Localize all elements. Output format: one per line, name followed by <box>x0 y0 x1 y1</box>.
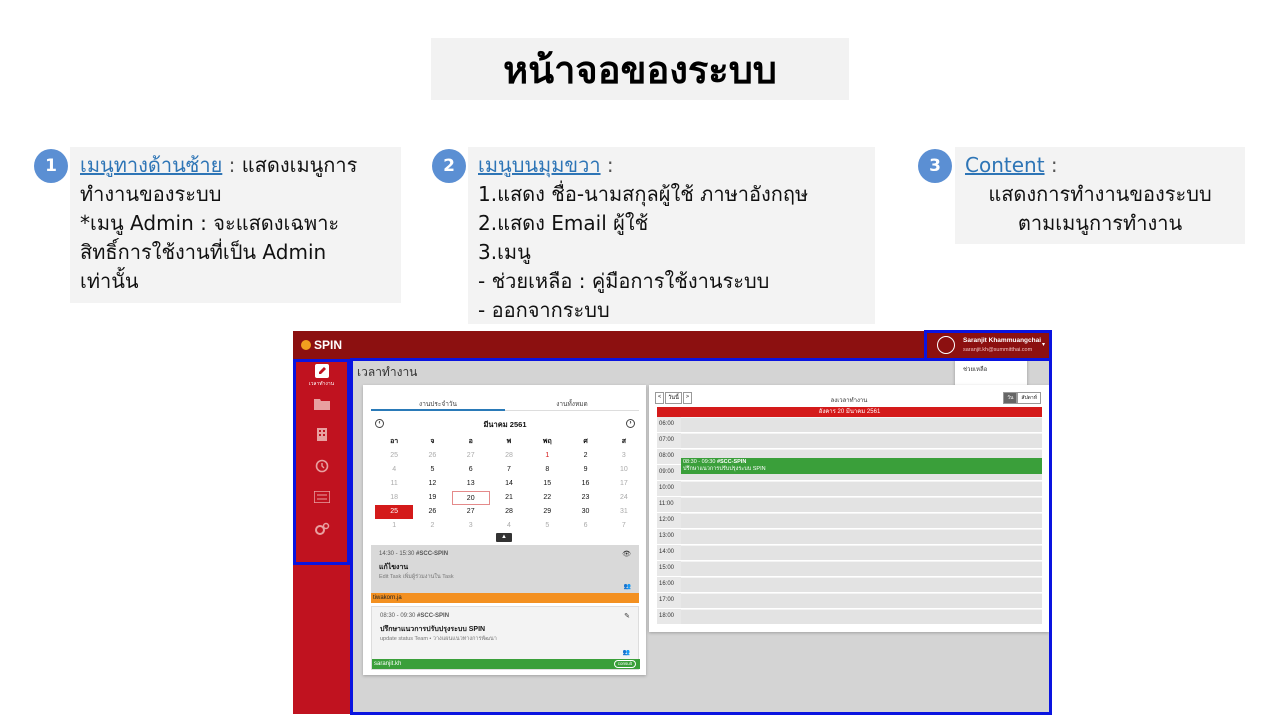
note-top-right-menu: เมนูบนมุมขวา : 1.แสดง ชื่อ-นามสกุลผู้ใช้… <box>468 147 875 324</box>
note-sep: : <box>222 153 242 177</box>
highlight-user-menu <box>924 330 1052 361</box>
logo-mark-icon <box>301 340 311 350</box>
note-line: ทำงานของระบบ <box>80 182 222 206</box>
note-line: เท่านั้น <box>80 269 139 293</box>
note-line: - ช่วยเหลือ : คู่มือการใช้งานระบบ <box>478 269 770 293</box>
app-logo[interactable]: SPIN <box>301 338 342 352</box>
note-sep: : <box>600 153 614 177</box>
badge-1: 1 <box>34 149 68 183</box>
badge-3: 3 <box>918 149 952 183</box>
note-content: Content : แสดงการทำงานของระบบ ตามเมนูการ… <box>955 147 1245 244</box>
note-heading: เมนูบนมุมขวา <box>478 153 601 177</box>
note-heading: Content <box>965 153 1045 177</box>
note-line: 1.แสดง ชื่อ-นามสกุลผู้ใช้ ภาษาอังกฤษ <box>478 182 809 206</box>
logo-text: SPIN <box>314 338 343 352</box>
highlight-content <box>350 358 1052 715</box>
note-line: 3.เมนู <box>478 240 531 264</box>
note-sep: : <box>1044 153 1058 177</box>
note-line: แสดงการทำงานของระบบ <box>988 182 1212 206</box>
note-line: สิทธิ์การใช้งานที่เป็น Admin <box>80 240 327 264</box>
note-line: 2.แสดง Email ผู้ใช้ <box>478 211 649 235</box>
note-line: - ออกจากระบบ <box>478 298 610 322</box>
note-line: *เมนู Admin : จะแสดงเฉพาะ <box>80 211 340 235</box>
note-line: แสดงเมนูการ <box>241 153 358 177</box>
slide-title: หน้าจอของระบบ <box>431 38 849 100</box>
badge-2: 2 <box>432 149 466 183</box>
note-heading: เมนูทางด้านซ้าย <box>80 153 223 177</box>
highlight-left-menu <box>293 359 350 565</box>
note-line: ตามเมนูการทำงาน <box>1017 211 1183 235</box>
note-left-menu: เมนูทางด้านซ้าย : แสดงเมนูการ ทำงานของระ… <box>70 147 401 303</box>
